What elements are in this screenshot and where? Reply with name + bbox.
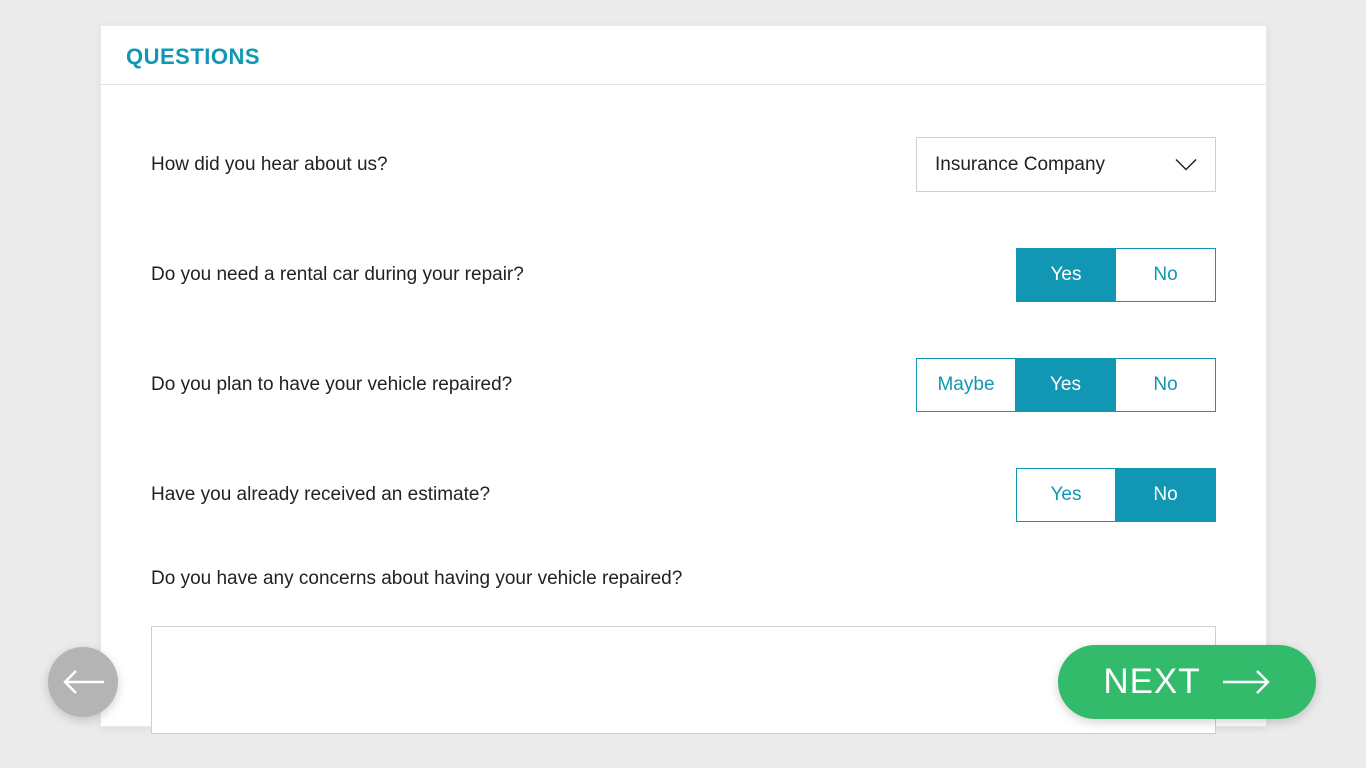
card-header: QUESTIONS <box>101 26 1266 85</box>
arrow-left-icon <box>62 669 104 695</box>
card-title: QUESTIONS <box>126 44 1241 70</box>
question-plan-repair: Do you plan to have your vehicle repaire… <box>151 358 1216 412</box>
question-concerns: Do you have any concerns about having yo… <box>151 568 1216 739</box>
received-estimate-yes-button[interactable]: Yes <box>1016 468 1116 522</box>
question-label: Do you need a rental car during your rep… <box>151 264 524 286</box>
question-hear-about-us: How did you hear about us? Insurance Com… <box>151 137 1216 192</box>
arrow-right-icon <box>1223 669 1271 695</box>
question-label: Do you plan to have your vehicle repaire… <box>151 374 512 396</box>
rental-car-no-button[interactable]: No <box>1116 248 1216 302</box>
question-label: Do you have any concerns about having yo… <box>151 568 1216 590</box>
next-button-label: NEXT <box>1103 662 1200 702</box>
chevron-down-icon <box>1175 158 1197 171</box>
rental-car-segmented: Yes No <box>1016 248 1216 302</box>
plan-repair-yes-button[interactable]: Yes <box>1016 358 1116 412</box>
received-estimate-segmented: Yes No <box>1016 468 1216 522</box>
plan-repair-maybe-button[interactable]: Maybe <box>916 358 1016 412</box>
select-value: Insurance Company <box>935 154 1105 176</box>
next-button[interactable]: NEXT <box>1058 645 1316 719</box>
question-label: Have you already received an estimate? <box>151 484 490 506</box>
questions-card: QUESTIONS How did you hear about us? Ins… <box>100 25 1267 727</box>
received-estimate-no-button[interactable]: No <box>1116 468 1216 522</box>
rental-car-yes-button[interactable]: Yes <box>1016 248 1116 302</box>
plan-repair-no-button[interactable]: No <box>1116 358 1216 412</box>
question-label: How did you hear about us? <box>151 154 388 176</box>
plan-repair-segmented: Maybe Yes No <box>916 358 1216 412</box>
hear-about-us-select[interactable]: Insurance Company <box>916 137 1216 192</box>
question-rental-car: Do you need a rental car during your rep… <box>151 248 1216 302</box>
back-button[interactable] <box>48 647 118 717</box>
concerns-textarea[interactable] <box>151 626 1216 734</box>
question-received-estimate: Have you already received an estimate? Y… <box>151 468 1216 522</box>
